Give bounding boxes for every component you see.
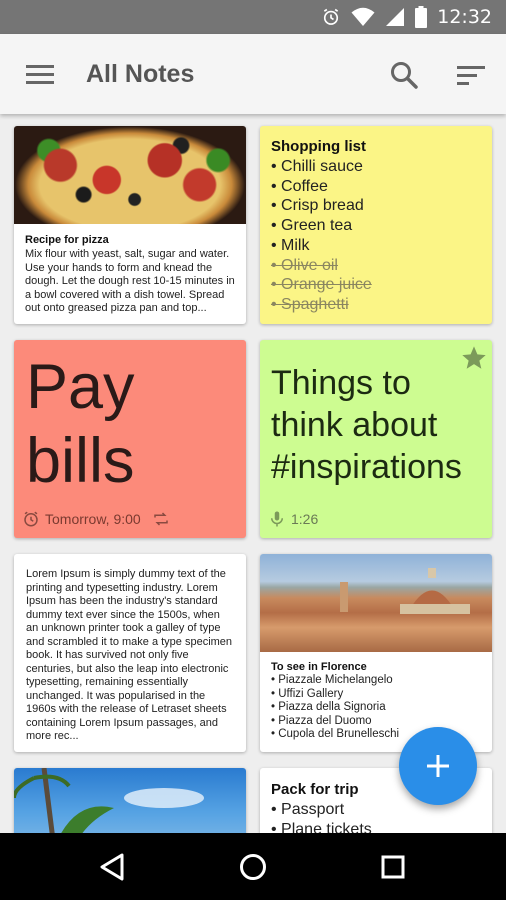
note-card-lorem[interactable]: Lorem Ipsum is simply dummy text of the … [14,554,246,752]
pizza-image [14,126,246,224]
list-item: • Uffizi Gallery [271,687,344,700]
note-card-shopping-list[interactable]: Shopping list • Chilli sauce • Coffee • … [260,126,492,324]
alarm-icon [321,7,341,27]
star-icon [462,346,486,369]
note-card-pay-bills[interactable]: Pay bills Tomorrow, 9:00 [14,340,246,538]
beach-image [14,768,246,833]
note-title: Shopping list [271,138,366,155]
note-big-text: Things to think about #inspirations [271,364,462,486]
back-triangle-icon [100,853,124,881]
list-item: • Crisp bread [271,197,364,215]
note-card-florence[interactable]: To see in Florence • Piazzale Michelange… [260,554,492,752]
list-item: • Piazza del Duomo [271,714,372,727]
search-button[interactable] [383,54,425,96]
list-item: • Green tea [271,217,353,235]
list-item: • Chilli sauce [271,158,363,175]
recents-button[interactable] [373,847,413,887]
home-circle-icon [240,854,266,880]
list-item-checked: • Olive oil [271,256,338,274]
add-note-button[interactable] [399,727,477,805]
note-title: Recipe for pizza [25,234,109,246]
note-card-beach[interactable] [14,768,246,833]
florence-image [260,554,492,652]
list-item-checked: • Spaghetti [271,295,349,313]
status-bar: 12:32 [0,0,506,34]
back-button[interactable] [92,847,132,887]
home-button[interactable] [233,847,273,887]
recents-square-icon [381,855,405,879]
signal-icon [385,7,405,27]
sort-icon [457,66,485,85]
system-nav-bar [0,833,506,900]
microphone-icon [271,511,283,527]
notes-grid: Recipe for pizza Mix flour with yeast, s… [0,114,506,833]
repeat-icon [153,512,168,526]
reminder: Tomorrow, 9:00 [22,510,170,528]
note-card-inspirations[interactable]: Things to think about #inspirations 1:26 [260,340,492,538]
menu-button[interactable] [20,54,60,94]
list-item: • Coffee [271,177,328,195]
clock: 12:32 [437,6,492,28]
battery-icon [415,6,428,28]
hamburger-menu-icon [26,65,54,84]
list-item: • Piazzale Michelangelo [271,674,393,686]
bullet-list: • Passport • Plane tickets [271,800,481,833]
page-title: All Notes [86,59,195,88]
checklist: • Chilli sauce • Coffee • Crisp bread • … [271,157,481,315]
alarm-icon [24,511,38,527]
search-icon [391,62,418,89]
list-item: • Plane tickets [271,820,372,833]
list-item: • Milk [271,236,310,254]
note-body: Lorem Ipsum is simply dummy text of the … [26,568,233,742]
sort-button[interactable] [450,54,492,96]
wifi-icon [351,7,375,27]
audio-attachment: 1:26 [268,510,318,528]
note-title: To see in Florence [271,661,367,673]
note-body: Mix flour with yeast, salt, sugar and wa… [25,248,235,314]
note-big-text: Pay bills [26,352,135,496]
list-item-checked: • Orange juice [271,276,372,294]
plus-icon [427,755,449,777]
list-item: • Piazza della Signoria [271,701,386,713]
note-card-pizza[interactable]: Recipe for pizza Mix flour with yeast, s… [14,126,246,324]
app-bar: All Notes [0,34,506,114]
